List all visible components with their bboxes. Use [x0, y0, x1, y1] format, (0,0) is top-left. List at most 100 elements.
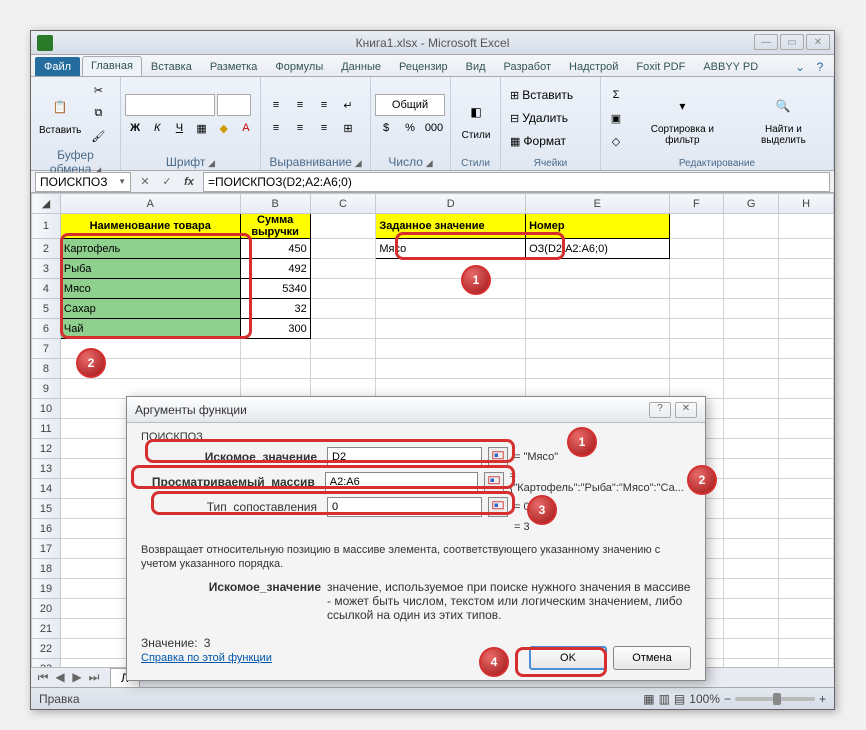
italic-button[interactable]: К [147, 117, 167, 139]
cell-A3[interactable]: Рыба [60, 259, 240, 279]
tab-addins[interactable]: Надстрой [560, 57, 627, 76]
cell-G14[interactable] [724, 479, 779, 499]
name-box[interactable]: ПОИСКПОЗ ▼ [35, 172, 131, 192]
cell-B3[interactable]: 492 [240, 259, 310, 279]
cancel-formula-button[interactable]: ✕ [135, 173, 155, 191]
cell-G2[interactable] [724, 239, 779, 259]
cut-button[interactable]: ✂ [87, 79, 109, 101]
cell-H19[interactable] [779, 579, 834, 599]
formula-input[interactable]: =ПОИСКПОЗ(D2;A2:A6;0) [203, 172, 830, 192]
namebox-dropdown-icon[interactable]: ▼ [118, 177, 126, 186]
col-header-B[interactable]: B [240, 194, 310, 214]
tab-insert[interactable]: Вставка [142, 57, 201, 76]
cell-A8[interactable] [60, 359, 240, 379]
paste-button[interactable]: 📋 Вставить [35, 89, 85, 138]
cell-H13[interactable] [779, 459, 834, 479]
cell-D8[interactable] [376, 359, 526, 379]
cell-F4[interactable] [669, 279, 724, 299]
copy-button[interactable]: ⧉ [87, 102, 109, 124]
cell-C1[interactable] [310, 214, 376, 239]
maximize-button[interactable]: ▭ [780, 34, 804, 50]
minimize-ribbon-button[interactable]: ⌄ [792, 60, 808, 76]
font-color-button[interactable]: A [236, 117, 256, 139]
row-header-5[interactable]: 5 [32, 299, 61, 319]
tab-home[interactable]: Главная [82, 56, 142, 76]
align-right-button[interactable]: ≡ [313, 117, 335, 139]
cell-C5[interactable] [310, 299, 376, 319]
cell-E7[interactable] [526, 339, 669, 359]
arg-input-match-type[interactable] [327, 497, 482, 517]
cell-F7[interactable] [669, 339, 724, 359]
cell-B8[interactable] [240, 359, 310, 379]
cell-E6[interactable] [526, 319, 669, 339]
cell-H15[interactable] [779, 499, 834, 519]
cell-H11[interactable] [779, 419, 834, 439]
cell-G3[interactable] [724, 259, 779, 279]
cell-H16[interactable] [779, 519, 834, 539]
cell-C4[interactable] [310, 279, 376, 299]
cell-C7[interactable] [310, 339, 376, 359]
minimize-button[interactable]: — [754, 34, 778, 50]
tab-layout[interactable]: Разметка [201, 57, 267, 76]
cell-C3[interactable] [310, 259, 376, 279]
sheet-next-button[interactable]: ▶ [69, 670, 85, 685]
cell-D6[interactable] [376, 319, 526, 339]
ok-button[interactable]: OK [529, 646, 607, 670]
align-left-button[interactable]: ≡ [265, 117, 287, 139]
row-header-14[interactable]: 14 [32, 479, 61, 499]
row-header-3[interactable]: 3 [32, 259, 61, 279]
underline-button[interactable]: Ч [169, 117, 189, 139]
font-size-input[interactable] [217, 94, 251, 116]
row-header-17[interactable]: 17 [32, 539, 61, 559]
cell-H22[interactable] [779, 639, 834, 659]
row-header-20[interactable]: 20 [32, 599, 61, 619]
cell-A5[interactable]: Сахар [60, 299, 240, 319]
sheet-first-button[interactable]: ⏮ [35, 670, 51, 685]
row-header-6[interactable]: 6 [32, 319, 61, 339]
cell-H1[interactable] [779, 214, 834, 239]
number-launcher[interactable]: ◢ [426, 158, 433, 168]
cell-H18[interactable] [779, 559, 834, 579]
row-header-7[interactable]: 7 [32, 339, 61, 359]
cell-G6[interactable] [724, 319, 779, 339]
cell-A4[interactable]: Мясо [60, 279, 240, 299]
cell-H10[interactable] [779, 399, 834, 419]
zoom-in-button[interactable]: + [819, 692, 826, 706]
cell-G19[interactable] [724, 579, 779, 599]
cell-G21[interactable] [724, 619, 779, 639]
cell-G20[interactable] [724, 599, 779, 619]
align-center-button[interactable]: ≡ [289, 117, 311, 139]
cell-G12[interactable] [724, 439, 779, 459]
comma-button[interactable]: 000 [423, 117, 445, 139]
cell-F8[interactable] [669, 359, 724, 379]
range-picker-3[interactable] [488, 497, 508, 517]
row-header-15[interactable]: 15 [32, 499, 61, 519]
tab-file[interactable]: Файл [35, 57, 80, 76]
arg-input-lookup-array[interactable] [325, 472, 478, 492]
view-layout-button[interactable]: ▥ [659, 692, 670, 706]
fill-color-button[interactable]: ◆ [214, 117, 234, 139]
cell-F2[interactable] [669, 239, 724, 259]
cell-D2[interactable]: Мясо [376, 239, 526, 259]
align-bottom-button[interactable]: ≡ [313, 94, 335, 116]
zoom-out-button[interactable]: − [724, 692, 731, 706]
row-header-18[interactable]: 18 [32, 559, 61, 579]
cell-D1[interactable]: Заданное значение [376, 214, 526, 239]
col-header-G[interactable]: G [724, 194, 779, 214]
cell-B6[interactable]: 300 [240, 319, 310, 339]
styles-button[interactable]: ◧ Стили [455, 94, 497, 143]
cell-G13[interactable] [724, 459, 779, 479]
cell-H20[interactable] [779, 599, 834, 619]
cell-H9[interactable] [779, 379, 834, 399]
merge-button[interactable]: ⊞ [337, 117, 359, 139]
close-button[interactable]: ✕ [806, 34, 830, 50]
cell-E1[interactable]: Номер [526, 214, 669, 239]
cell-B2[interactable]: 450 [240, 239, 310, 259]
row-header-9[interactable]: 9 [32, 379, 61, 399]
cell-G4[interactable] [724, 279, 779, 299]
cell-G18[interactable] [724, 559, 779, 579]
tab-developer[interactable]: Разработ [495, 57, 560, 76]
row-header-12[interactable]: 12 [32, 439, 61, 459]
sort-filter-button[interactable]: ▾ Сортировка и фильтр [629, 88, 736, 148]
cell-H3[interactable] [779, 259, 834, 279]
